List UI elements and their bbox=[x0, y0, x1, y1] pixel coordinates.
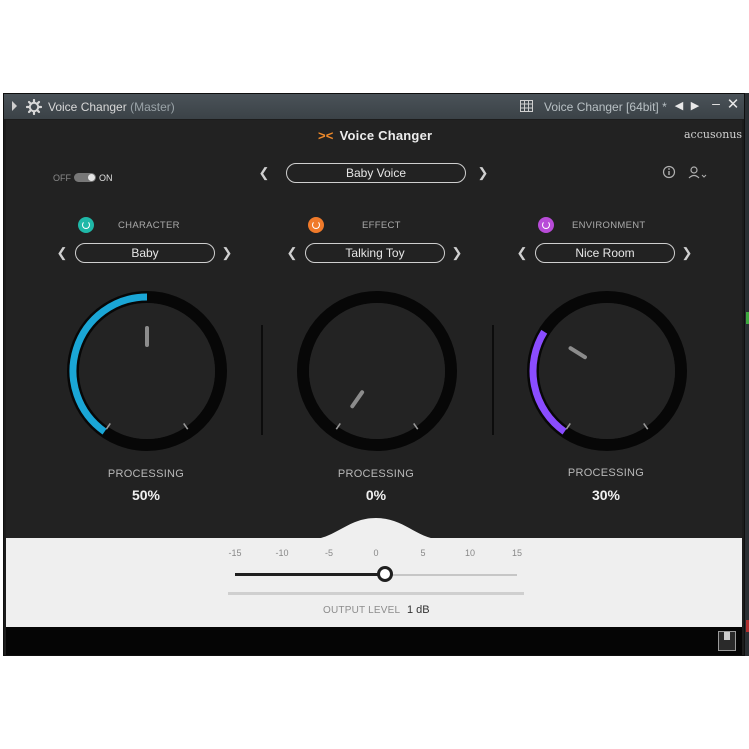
minimize-icon[interactable]: – bbox=[709, 96, 723, 110]
output-scale-tick: -15 bbox=[228, 548, 242, 558]
environment-processing-value: 30% bbox=[591, 487, 621, 503]
output-scale-tick: 15 bbox=[511, 548, 522, 558]
output-level-meter bbox=[228, 592, 524, 595]
output-panel: -15 -10 -5 0 5 10 15 OUTPUT LEVEL 1 dB bbox=[6, 538, 742, 627]
output-scale-tick: -5 bbox=[324, 548, 333, 558]
resize-icon[interactable] bbox=[718, 631, 736, 651]
environment-prev-button[interactable]: ❮ bbox=[515, 244, 529, 262]
output-scale-tick: 10 bbox=[464, 548, 475, 558]
plugin-panel: >< Voice Changer accusonus OFF ON ❮ Baby V… bbox=[6, 120, 742, 627]
character-processing-value: 50% bbox=[131, 487, 161, 503]
gear-icon[interactable] bbox=[26, 99, 42, 115]
brand-label: Voice Changer bbox=[339, 128, 433, 143]
power-off-label: OFF bbox=[53, 173, 71, 183]
character-selector[interactable]: Baby bbox=[75, 243, 215, 263]
module-divider bbox=[492, 325, 494, 435]
output-scale-tick: 5 bbox=[420, 548, 426, 558]
power-on-label: ON bbox=[99, 173, 113, 183]
output-level-label: OUTPUT LEVEL bbox=[323, 605, 401, 616]
brand-title: >< Voice Changer bbox=[318, 128, 432, 143]
window-title-main: Voice Changer bbox=[48, 100, 127, 114]
effect-label: EFFECT bbox=[362, 220, 401, 231]
window-title-sub: (Master) bbox=[130, 100, 175, 114]
output-slider-fill bbox=[235, 573, 386, 576]
effect-prev-button[interactable]: ❮ bbox=[285, 244, 299, 262]
status-bar bbox=[6, 627, 742, 655]
effect-selector[interactable]: Talking Toy bbox=[305, 243, 445, 263]
vendor-logo: accusonus bbox=[684, 128, 742, 141]
character-processing-label: PROCESSING bbox=[107, 468, 185, 480]
environment-next-button[interactable]: ❯ bbox=[680, 244, 694, 262]
preset-prev-button[interactable]: ❮ bbox=[257, 164, 271, 182]
preset-prev-icon[interactable]: ◀ bbox=[672, 99, 686, 113]
power-switch[interactable] bbox=[74, 173, 96, 182]
effect-power-icon[interactable] bbox=[308, 217, 324, 233]
output-slider-thumb[interactable] bbox=[377, 566, 394, 582]
grid-icon[interactable] bbox=[520, 100, 533, 112]
user-icon[interactable] bbox=[688, 165, 708, 179]
output-scale-tick: 0 bbox=[373, 548, 379, 558]
environment-processing-label: PROCESSING bbox=[567, 467, 645, 479]
environment-selector[interactable]: Nice Room bbox=[535, 243, 675, 263]
background-window-edge bbox=[745, 93, 749, 656]
info-icon[interactable] bbox=[662, 165, 676, 179]
expand-triangle-icon[interactable] bbox=[12, 101, 17, 111]
effect-knob[interactable] bbox=[292, 286, 462, 456]
preset-next-icon[interactable]: ▶ bbox=[688, 99, 702, 113]
character-next-button[interactable]: ❯ bbox=[220, 244, 234, 262]
module-divider bbox=[261, 325, 263, 435]
voice-changer-logo-icon: >< bbox=[318, 128, 334, 143]
preset-title[interactable]: Voice Changer [64bit] * bbox=[544, 100, 670, 114]
window-titlebar[interactable]: Voice Changer (Master) Voice Changer [64… bbox=[4, 94, 744, 119]
output-scale-tick: -10 bbox=[275, 548, 289, 558]
window-title: Voice Changer (Master) bbox=[48, 100, 175, 114]
output-panel-bump bbox=[6, 518, 742, 540]
environment-knob[interactable] bbox=[522, 286, 692, 456]
environment-power-icon[interactable] bbox=[538, 217, 554, 233]
effect-processing-label: PROCESSING bbox=[337, 468, 415, 480]
environment-label: ENVIRONMENT bbox=[572, 220, 646, 231]
preset-next-button[interactable]: ❯ bbox=[476, 164, 490, 182]
close-icon[interactable]: ✕ bbox=[726, 97, 740, 112]
effect-processing-value: 0% bbox=[365, 487, 387, 503]
power-toggle[interactable]: OFF ON bbox=[53, 173, 113, 183]
effect-next-button[interactable]: ❯ bbox=[450, 244, 464, 262]
character-label: CHARACTER bbox=[118, 220, 180, 231]
preset-selector[interactable]: Baby Voice bbox=[286, 163, 466, 183]
character-power-icon[interactable] bbox=[78, 217, 94, 233]
character-knob[interactable] bbox=[62, 286, 232, 456]
character-prev-button[interactable]: ❮ bbox=[55, 244, 69, 262]
output-level-value: 1 dB bbox=[407, 604, 430, 616]
plugin-window: Voice Changer (Master) Voice Changer [64… bbox=[3, 93, 745, 656]
